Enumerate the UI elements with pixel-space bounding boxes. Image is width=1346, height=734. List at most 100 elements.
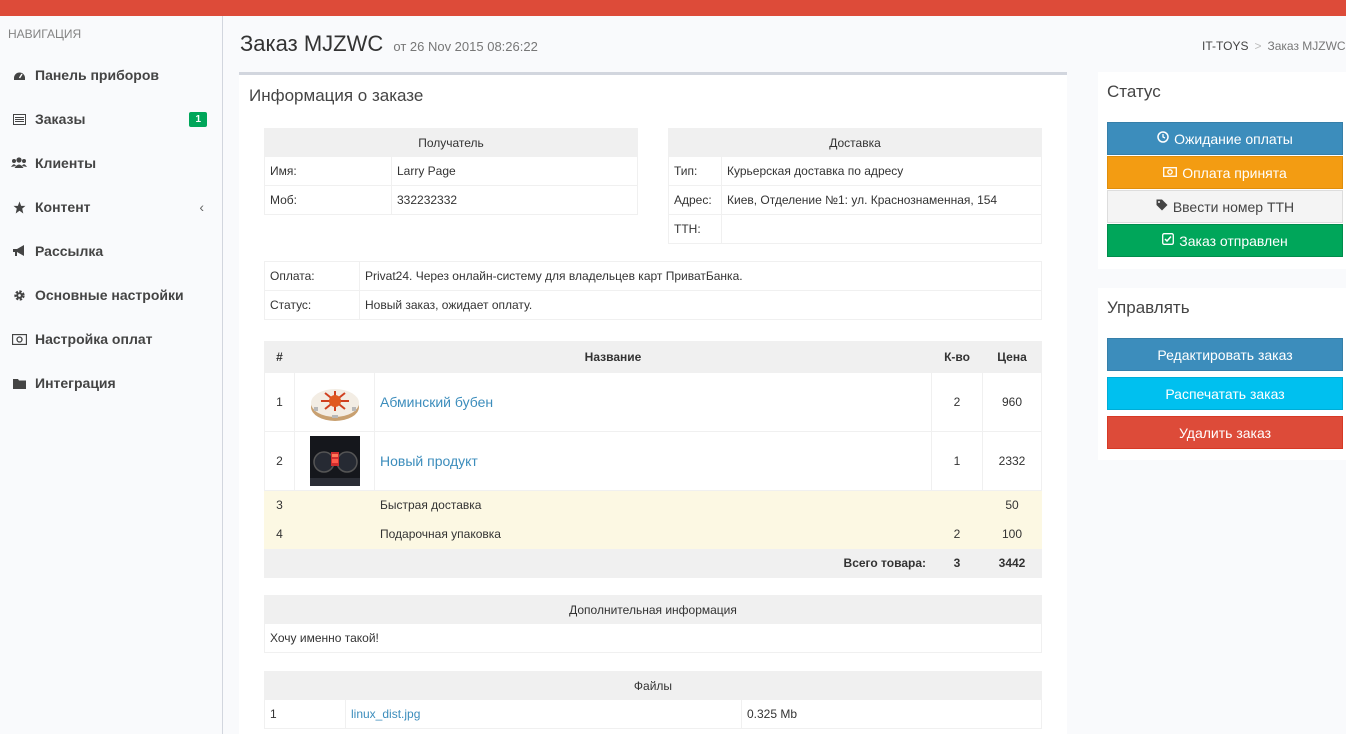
service-name: Быстрая доставка [374, 490, 932, 520]
recipient-name-value: Larry Page [391, 156, 638, 186]
item-qty: 2 [931, 519, 983, 549]
total-price: 3442 [982, 548, 1042, 578]
gear-icon [11, 289, 27, 302]
sidebar-item-label: Интеграция [35, 375, 116, 391]
item-qty: 2 [931, 372, 983, 432]
total-label: Всего товара: [264, 548, 932, 578]
table-row: 4 Подарочная упаковка 2 100 [264, 519, 1042, 549]
payment-label: Оплата: [264, 261, 360, 291]
breadcrumb-home-link[interactable]: IT-TOYS [1202, 39, 1248, 53]
sidebar-item-label: Клиенты [35, 155, 97, 171]
additional-info-header: Дополнительная информация [264, 595, 1042, 624]
bullhorn-icon [11, 245, 27, 257]
additional-info-table: Дополнительная информация Хочу именно та… [264, 595, 1042, 653]
folder-icon [11, 378, 27, 389]
item-num: 4 [264, 519, 295, 549]
status-box: Статус Ожидание оплаты Оплата принята Вв… [1098, 72, 1346, 269]
recipient-phone-label: Моб: [264, 185, 392, 215]
empty-image-cell [294, 490, 375, 520]
additional-info-text: Хочу именно такой! [264, 623, 1042, 653]
enter-ttn-button[interactable]: Ввести номер ТТН [1107, 190, 1343, 223]
col-num-header: # [264, 341, 295, 373]
sidebar-item-content[interactable]: Контент ‹ [0, 185, 222, 229]
button-label: Ожидание оплаты [1174, 130, 1293, 147]
delivery-ttn-value [721, 214, 1042, 244]
status-title: Статус [1107, 82, 1161, 101]
service-name: Подарочная упаковка [374, 519, 932, 549]
manage-box: Управлять Редактировать заказ Распечатат… [1098, 288, 1346, 460]
check-square-icon [1162, 233, 1175, 248]
files-table: Файлы 1 linux_dist.jpg 0.325 Mb [264, 671, 1042, 729]
car-dashboard-image[interactable] [294, 431, 375, 491]
sidebar-item-main-settings[interactable]: Основные настройки [0, 273, 222, 317]
recipient-table: Получатель Имя: Larry Page Моб: 33223233… [264, 128, 638, 215]
delete-order-button[interactable]: Удалить заказ [1107, 416, 1343, 449]
sidebar-item-label: Панель приборов [35, 67, 160, 83]
delivery-ttn-label: ТТН: [668, 214, 722, 244]
table-row: 2 Новый продукт 1 2332 [264, 431, 1042, 491]
awaiting-payment-button[interactable]: Ожидание оплаты [1107, 122, 1343, 155]
item-qty [931, 490, 983, 520]
print-order-button[interactable]: Распечатать заказ [1107, 377, 1343, 410]
empty-image-cell [294, 519, 375, 549]
delivery-type-value: Курьерская доставка по адресу [721, 156, 1042, 186]
payment-accepted-button[interactable]: Оплата принята [1107, 156, 1343, 189]
recipient-header: Получатель [264, 128, 638, 157]
sidebar-item-label: Рассылка [35, 243, 104, 259]
product-link[interactable]: Новый продукт [380, 453, 478, 469]
dashboard-icon [11, 69, 27, 82]
delivery-header: Доставка [668, 128, 1042, 157]
product-name-cell: Абминский бубен [374, 372, 932, 432]
delivery-address-value: Киев, Отделение №1: ул. Краснознаменная,… [721, 185, 1042, 215]
item-num: 1 [264, 372, 295, 432]
sidebar-item-orders[interactable]: Заказы 1 [0, 97, 222, 141]
product-link[interactable]: Абминский бубен [380, 394, 493, 410]
sidebar-item-clients[interactable]: Клиенты [0, 141, 222, 185]
sidebar-item-mailing[interactable]: Рассылка [0, 229, 222, 273]
total-row: Всего товара: 3 3442 [264, 548, 1042, 578]
tambourine-image[interactable] [294, 372, 375, 432]
status-value: Новый заказ, ожидает оплату. [359, 290, 1042, 320]
item-num: 2 [264, 431, 295, 491]
file-num: 1 [264, 699, 346, 729]
item-price: 50 [982, 490, 1042, 520]
order-title: Заказ MJZWC [240, 31, 384, 56]
file-link[interactable]: linux_dist.jpg [351, 707, 420, 721]
top-header-bar [0, 0, 1346, 16]
edit-order-button[interactable]: Редактировать заказ [1107, 338, 1343, 371]
payment-value: Privat24. Через онлайн-систему для владе… [359, 261, 1042, 291]
sidebar-item-label: Основные настройки [35, 287, 184, 303]
delivery-type-label: Тип: [668, 156, 722, 186]
page-title: Заказ MJZWC от 26 Nov 2015 08:26:22 [240, 31, 538, 57]
payment-table: Оплата: Privat24. Через онлайн-систему д… [264, 261, 1042, 320]
orders-count-badge: 1 [189, 111, 207, 127]
total-qty: 3 [931, 548, 983, 578]
manage-title: Управлять [1107, 298, 1190, 317]
item-qty: 1 [931, 431, 983, 491]
file-size: 0.325 Mb [741, 699, 1042, 729]
order-info-title: Информация о заказе [249, 86, 424, 105]
button-label: Оплата принята [1182, 164, 1287, 181]
order-shipped-button[interactable]: Заказ отправлен [1107, 224, 1343, 257]
files-header: Файлы [264, 671, 1042, 700]
item-price: 2332 [982, 431, 1042, 491]
sidebar: НАВИГАЦИЯ Панель приборов Заказы 1 Клиен… [0, 16, 223, 734]
breadcrumb: IT-TOYS > Заказ MJZWC [1202, 39, 1346, 53]
recipient-phone-value: 332232332 [391, 185, 638, 215]
item-price: 960 [982, 372, 1042, 432]
sidebar-item-dashboard[interactable]: Панель приборов [0, 53, 222, 97]
sidebar-item-payment-settings[interactable]: Настройка оплат [0, 317, 222, 361]
table-row: 1 linux_dist.jpg 0.325 Mb [264, 699, 1042, 729]
table-row: 1 Абминский бубен 2 960 [264, 372, 1042, 432]
button-label: Заказ отправлен [1179, 232, 1288, 249]
sidebar-item-integration[interactable]: Интеграция [0, 361, 222, 405]
order-info-box: Информация о заказе Получатель Имя: Larr… [239, 72, 1067, 734]
tag-icon [1156, 199, 1168, 214]
breadcrumb-current: Заказ MJZWC [1267, 39, 1346, 53]
sidebar-item-label: Заказы [35, 111, 86, 127]
chevron-left-icon[interactable]: ‹ [199, 199, 204, 215]
col-name-header: Название [294, 341, 932, 373]
star-icon [11, 201, 27, 214]
item-num: 3 [264, 490, 295, 520]
clock-icon [1157, 131, 1169, 146]
